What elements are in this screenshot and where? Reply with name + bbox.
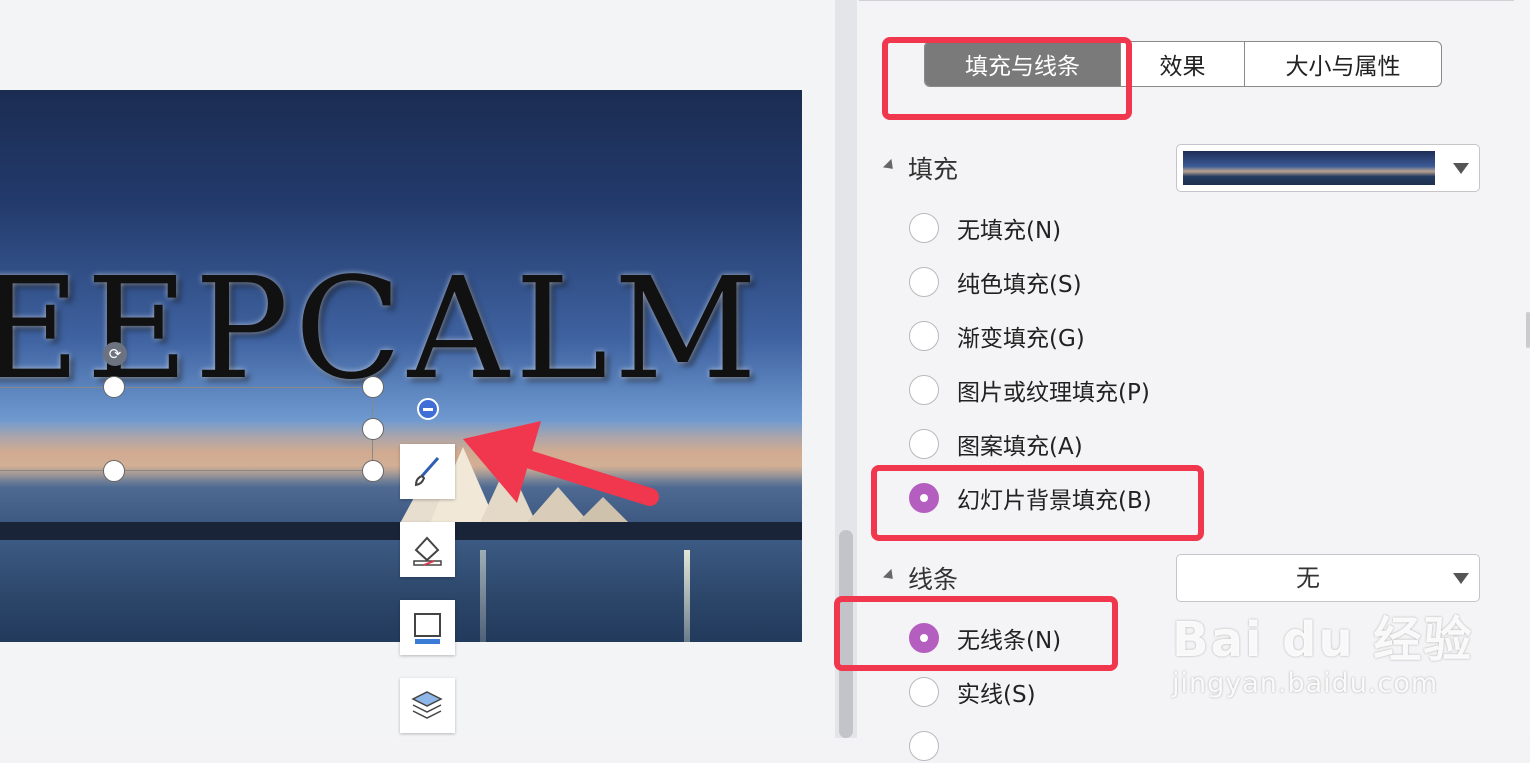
fill-option[interactable]: 无填充(N): [909, 211, 1061, 245]
fill-option[interactable]: 渐变填充(G): [909, 319, 1085, 353]
radio-button[interactable]: [909, 267, 939, 297]
line-style-dropdown[interactable]: 无: [1176, 554, 1480, 602]
line-option-partial[interactable]: [909, 729, 957, 763]
option-label: 纯色填充(S): [957, 272, 1082, 298]
fill-heading: 填充: [908, 155, 959, 184]
fill-preview-image: [1183, 151, 1435, 185]
resize-handle[interactable]: [362, 418, 384, 440]
tab-effects[interactable]: 效果: [1120, 42, 1244, 86]
watermark-sub: jingyan.baidu.com: [1172, 668, 1439, 699]
collapse-handle[interactable]: [417, 398, 439, 420]
watermark-main: Bai du 经验: [1172, 612, 1474, 668]
radio-button[interactable]: [909, 429, 939, 459]
outline-icon: [414, 613, 441, 644]
resize-handle[interactable]: [362, 460, 384, 482]
chevron-down-icon: [1453, 573, 1469, 584]
style-button[interactable]: [400, 444, 455, 499]
fill-preview-dropdown[interactable]: [1176, 144, 1480, 192]
resize-handle[interactable]: [103, 460, 125, 482]
light-reflection: [684, 550, 690, 642]
layers-icon: [411, 691, 443, 719]
dropdown-value: 无: [1296, 564, 1320, 592]
option-label: 无填充(N): [957, 218, 1062, 244]
radio-button[interactable]: [909, 677, 939, 707]
panel-edge-grip[interactable]: [1526, 312, 1530, 348]
radio-button[interactable]: [909, 731, 939, 761]
resize-handle[interactable]: [103, 376, 125, 398]
highlight-box: [871, 465, 1204, 541]
line-heading: 线条: [908, 565, 959, 594]
fill-section-header[interactable]: 填充: [882, 150, 959, 186]
radio-button[interactable]: [909, 213, 939, 243]
line-option[interactable]: 实线(S): [909, 675, 1036, 709]
option-label: 渐变填充(G): [957, 326, 1085, 352]
option-label: 图片或纹理填充(P): [957, 380, 1150, 406]
rotate-handle[interactable]: ⟳: [103, 342, 127, 366]
line-section-header[interactable]: 线条: [882, 560, 959, 596]
divider: [859, 0, 1514, 1]
radio-button[interactable]: [909, 321, 939, 351]
option-label: 实线(S): [957, 682, 1036, 708]
tab-label: 大小与属性: [1285, 54, 1401, 80]
radio-button[interactable]: [909, 375, 939, 405]
fill-option[interactable]: 纯色填充(S): [909, 265, 1082, 299]
fill-option[interactable]: 图案填充(A): [909, 427, 1083, 461]
fill-button[interactable]: [400, 522, 455, 577]
annotation-arrow: [463, 421, 659, 506]
layers-button[interactable]: [400, 678, 455, 733]
brush-icon: [414, 457, 440, 487]
highlight-box: [882, 37, 1132, 120]
option-label: 图案填充(A): [957, 434, 1083, 460]
fill-option[interactable]: 图片或纹理填充(P): [909, 373, 1150, 407]
highlight-box: [834, 596, 1118, 671]
selection-box[interactable]: [0, 387, 373, 471]
collapse-triangle-icon: [882, 158, 898, 174]
light-reflection: [480, 550, 486, 642]
fill-bucket-icon: [413, 536, 442, 566]
canvas-area: EEPCALM ⟳: [0, 0, 835, 738]
outline-button[interactable]: [400, 600, 455, 655]
tab-label: 效果: [1159, 54, 1206, 80]
collapse-triangle-icon: [882, 568, 898, 584]
baidu-watermark: Bai du 经验 jingyan.baidu.com: [1172, 600, 1473, 699]
resize-handle[interactable]: [362, 376, 384, 398]
chevron-down-icon: [1453, 163, 1469, 174]
tab-size-properties[interactable]: 大小与属性: [1244, 42, 1441, 86]
